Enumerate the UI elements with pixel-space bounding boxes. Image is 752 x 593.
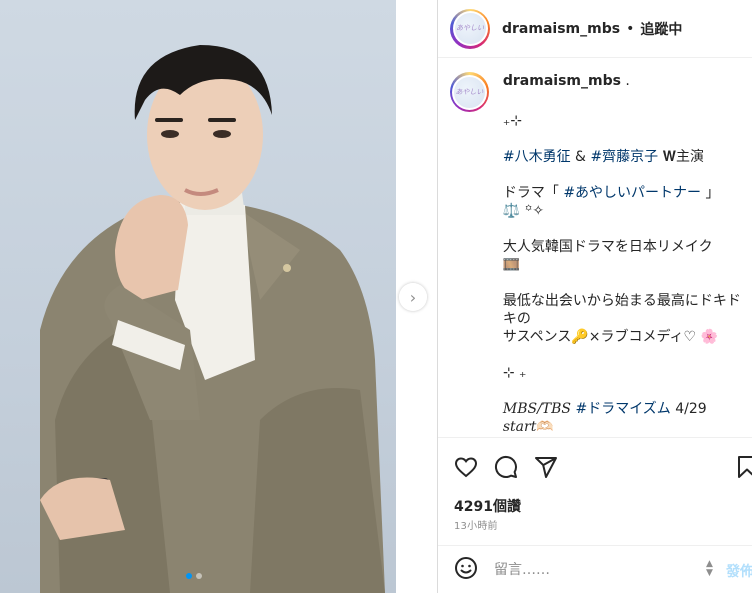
caption-text: ドラマ「 bbox=[502, 185, 564, 201]
scroll-stepper[interactable]: ▲ ▼ bbox=[706, 560, 713, 578]
caption-username-suffix: . bbox=[620, 73, 630, 89]
caption-line: #八木勇征 & #齊藤京子 𝐖主演 bbox=[503, 148, 741, 166]
caption-text: 4/29 bbox=[670, 401, 707, 417]
caption-username[interactable]: dramaism_mbs bbox=[503, 73, 621, 89]
caption-line: ₊⊹ bbox=[503, 112, 741, 130]
header-username[interactable]: dramaism_mbs bbox=[502, 21, 620, 37]
hashtag-link[interactable]: #齊藤京子 bbox=[590, 149, 658, 165]
comment-icon[interactable] bbox=[494, 455, 518, 479]
caption-line: 🎞️ bbox=[503, 256, 741, 274]
hashtag-link[interactable]: #ドラマイズム bbox=[575, 401, 670, 417]
caption-text: 最低な出会いから始まる最高にドキドキの bbox=[502, 293, 741, 327]
comment-bar: ▲ ▼ 發佈 bbox=[438, 545, 752, 593]
post-photo[interactable] bbox=[0, 0, 396, 593]
caption-text: & bbox=[570, 149, 591, 165]
post-header: あやしい dramaism_mbs • 追蹤中 bbox=[438, 0, 752, 58]
caption-text: ₊⊹ bbox=[502, 113, 522, 129]
action-bar bbox=[438, 437, 752, 495]
hashtag-link[interactable]: #八木勇征 bbox=[503, 149, 571, 165]
like-count[interactable]: 4291個讚 bbox=[454, 496, 521, 516]
caption-line bbox=[503, 220, 741, 238]
portrait-illustration bbox=[40, 45, 385, 593]
caption-line bbox=[503, 166, 741, 184]
caption-line bbox=[503, 274, 741, 292]
carousel-dot-active bbox=[186, 573, 192, 579]
caption-line: 大人気韓国ドラマを日本リメイク bbox=[503, 238, 741, 256]
following-status[interactable]: 追蹤中 bbox=[640, 19, 682, 39]
caption-line: ⊹ ₊ bbox=[503, 364, 741, 382]
hashtag-link[interactable]: #あやしいパートナー bbox=[563, 185, 701, 201]
caption-body: ₊⊹ #八木勇征 & #齊藤京子 𝐖主演 ドラマ「 #あやしいパートナー 」 ⚖️ ꙳… bbox=[503, 112, 741, 436]
caption-line: ドラマ「 #あやしいパートナー 」 bbox=[503, 184, 741, 202]
avatar-logo: あやしい bbox=[454, 13, 486, 44]
avatar[interactable]: あやしい bbox=[450, 8, 490, 49]
avatar-logo: あやしい bbox=[453, 76, 485, 108]
post-timestamp[interactable]: 13小時前 bbox=[454, 517, 498, 532]
caption-text: MBS/TBS bbox=[502, 401, 576, 417]
caption-scroll-area[interactable]: あやしい dramaism_mbs . ₊⊹ #八木勇征 & #齊藤京子 𝐖主演ド… bbox=[438, 58, 752, 436]
caption-line bbox=[503, 382, 741, 400]
separator-dot: • bbox=[626, 20, 635, 37]
carousel-dots bbox=[186, 573, 202, 579]
post-comment-button[interactable]: 發佈 bbox=[726, 561, 752, 581]
caption-avatar[interactable]: あやしい bbox=[450, 72, 489, 112]
caption-text: 𝐖主演 bbox=[658, 149, 705, 165]
caption-line bbox=[503, 130, 741, 148]
caption-line: 最低な出会いから始まる最高にドキドキの bbox=[503, 292, 741, 328]
caption-text: 🫶🏻 bbox=[536, 419, 554, 435]
caption-text: サスペンス🔑×ラブコメディ♡ 🌸 bbox=[502, 329, 718, 345]
chevron-right-icon: › bbox=[409, 287, 417, 307]
caption: dramaism_mbs . ₊⊹ #八木勇征 & #齊藤京子 𝐖主演 ドラマ「 #… bbox=[503, 72, 741, 436]
caption-line: MBS/TBS #ドラマイズム 4/29 bbox=[503, 400, 741, 418]
post-details-panel: あやしい dramaism_mbs • 追蹤中 あやしい dramaism_mb… bbox=[437, 0, 752, 593]
bookmark-icon[interactable] bbox=[735, 455, 752, 479]
caption-text: 🎞️ bbox=[502, 257, 521, 273]
caption-line: サスペンス🔑×ラブコメディ♡ 🌸 bbox=[503, 328, 741, 346]
heart-icon[interactable] bbox=[454, 455, 478, 479]
carousel-next-button[interactable]: › bbox=[399, 283, 427, 311]
send-icon[interactable] bbox=[534, 455, 558, 479]
caption-line bbox=[503, 346, 741, 364]
caption-text: 」 bbox=[701, 185, 720, 201]
emoji-icon[interactable] bbox=[454, 556, 478, 584]
caption-text: ⊹ ₊ bbox=[502, 365, 527, 381]
caption-text: 大人気韓国ドラマを日本リメイク bbox=[502, 239, 713, 255]
caption-text: start bbox=[502, 419, 537, 435]
caption-text: ⚖️ ꙳✧ bbox=[502, 203, 545, 219]
caption-line: ⚖️ ꙳✧ bbox=[503, 202, 741, 220]
carousel-dot bbox=[196, 573, 202, 579]
caption-line: start🫶🏻 bbox=[503, 418, 741, 436]
comment-input[interactable] bbox=[494, 561, 674, 578]
